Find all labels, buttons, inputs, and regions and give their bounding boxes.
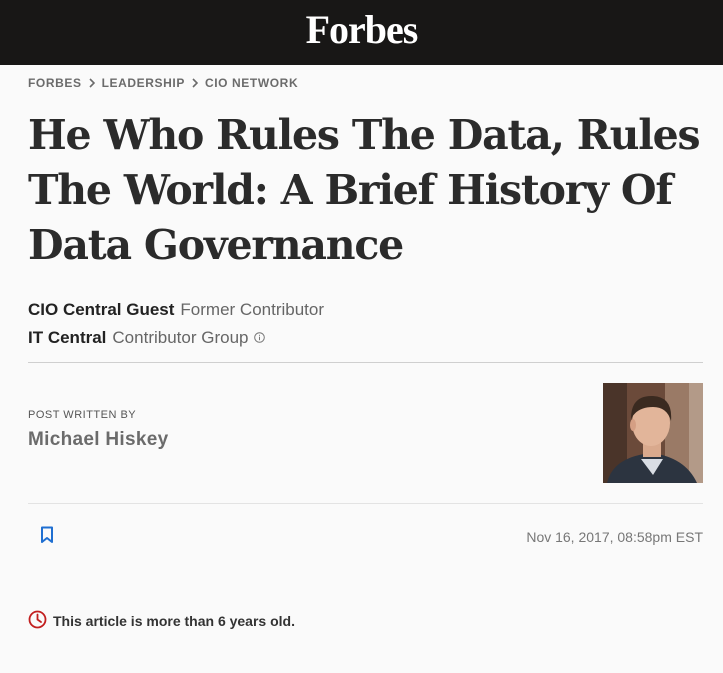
site-header: Forbes (0, 0, 723, 65)
breadcrumb-leadership[interactable]: LEADERSHIP (102, 76, 185, 90)
breadcrumb-forbes[interactable]: FORBES (28, 76, 82, 90)
contributor-group-row: IT Central Contributor Group (28, 328, 266, 348)
contributor-row: CIO Central Guest Former Contributor (28, 300, 324, 320)
divider (28, 503, 703, 504)
contributor-role: Former Contributor (180, 300, 325, 319)
contributor-group-role: Contributor Group (112, 328, 249, 347)
chevron-right-icon (192, 78, 198, 88)
age-notice-text: This article is more than 6 years old. (53, 613, 295, 629)
contributor-name[interactable]: CIO Central Guest (28, 300, 174, 320)
post-written-by-label: POST WRITTEN BY (28, 409, 137, 421)
author-avatar (603, 383, 703, 483)
forbes-logo[interactable]: Forbes (306, 9, 419, 50)
article-age-notice: This article is more than 6 years old. (28, 610, 295, 632)
publish-date: Nov 16, 2017, 08:58pm EST (526, 529, 703, 545)
breadcrumb-cio-network[interactable]: CIO NETWORK (205, 76, 298, 90)
info-icon[interactable] (254, 328, 266, 348)
breadcrumb: FORBES LEADERSHIP CIO NETWORK (28, 76, 298, 90)
contributor-group-name[interactable]: IT Central (28, 328, 106, 348)
bookmark-icon[interactable] (40, 526, 54, 549)
article-title: He Who Rules The Data, Rules The World: … (28, 111, 701, 269)
clock-icon (28, 610, 47, 632)
chevron-right-icon (89, 78, 95, 88)
author-name: Michael Hiskey (28, 429, 169, 450)
divider (28, 362, 703, 363)
